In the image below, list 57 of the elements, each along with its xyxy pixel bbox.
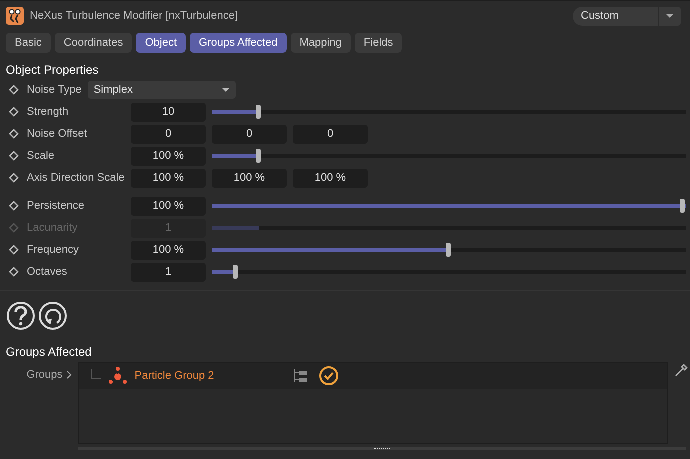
tab[interactable]: Coordinates (54, 33, 132, 53)
property-label: Persistence (27, 200, 86, 212)
keyframe-diamond-icon[interactable] (9, 245, 19, 255)
group-name[interactable]: Particle Group 2 (134, 370, 285, 382)
value-field[interactable]: 0 (293, 124, 368, 144)
property-label: Octaves (27, 266, 68, 278)
keyframe-diamond-icon[interactable] (9, 107, 19, 117)
keyframe-diamond-icon[interactable] (9, 267, 19, 277)
property-label: Axis Direction Scale (27, 172, 126, 184)
hierarchy-icon[interactable] (292, 369, 309, 383)
particle-group-icon (106, 366, 129, 386)
property-label: Lacunarity (27, 222, 79, 234)
value-field[interactable]: 100 % (212, 168, 287, 188)
tab[interactable]: Mapping (290, 33, 351, 53)
slider-thumb[interactable] (256, 105, 262, 119)
value-field[interactable]: 0 (131, 124, 206, 144)
property-label: Strength (27, 106, 70, 118)
value-field[interactable]: 100 % (131, 146, 206, 166)
slider-thumb[interactable] (232, 265, 238, 279)
keyframe-diamond-icon[interactable] (9, 85, 19, 95)
keyframe-diamond-icon[interactable] (9, 129, 19, 139)
groups-label: Groups (26, 369, 63, 381)
tab[interactable]: Object (136, 33, 186, 53)
caret-icon (222, 88, 230, 92)
keyframe-diamond-icon[interactable] (9, 201, 19, 211)
caret-icon (666, 14, 674, 18)
tab[interactable]: Basic (6, 33, 51, 53)
noise-type-dropdown[interactable]: Simplex (88, 81, 236, 99)
keyframe-diamond-icon[interactable] (9, 151, 19, 161)
check-circle-icon[interactable] (318, 366, 339, 386)
slider-thumb[interactable] (256, 149, 262, 163)
value-field[interactable]: 100 % (131, 240, 206, 260)
value-field[interactable]: 10 (131, 102, 206, 122)
chevron-icon[interactable] (66, 371, 72, 379)
preset-dropdown[interactable]: Custom (573, 6, 681, 26)
keyframe-diamond-icon[interactable] (9, 173, 19, 183)
property-label: Frequency (27, 244, 80, 256)
section-title: Object Properties (5, 62, 100, 79)
property-label: Noise Offset (27, 128, 88, 140)
value-field[interactable]: 100 % (293, 168, 368, 188)
value-field[interactable]: 100 % (131, 168, 206, 188)
value-field[interactable]: 1 (131, 262, 206, 282)
resize-handle[interactable] (374, 448, 390, 450)
help-icon[interactable] (6, 301, 36, 331)
reset-icon[interactable] (38, 301, 68, 331)
property-label: Scale (27, 150, 56, 162)
window-title: NeXus Turbulence Modifier [nxTurbulence] (30, 10, 240, 22)
plugin-logo-icon (6, 7, 24, 25)
eyedropper-icon[interactable] (674, 364, 688, 378)
property-label: Noise Type (27, 84, 82, 96)
slider-thumb[interactable] (446, 243, 451, 257)
tab[interactable]: Groups Affected (190, 33, 287, 53)
value-field[interactable]: 100 % (131, 196, 206, 216)
slider-thumb[interactable] (680, 199, 686, 213)
tab[interactable]: Fields (354, 33, 402, 53)
section-title: Groups Affected (5, 344, 93, 361)
value-field[interactable]: 0 (212, 124, 287, 144)
